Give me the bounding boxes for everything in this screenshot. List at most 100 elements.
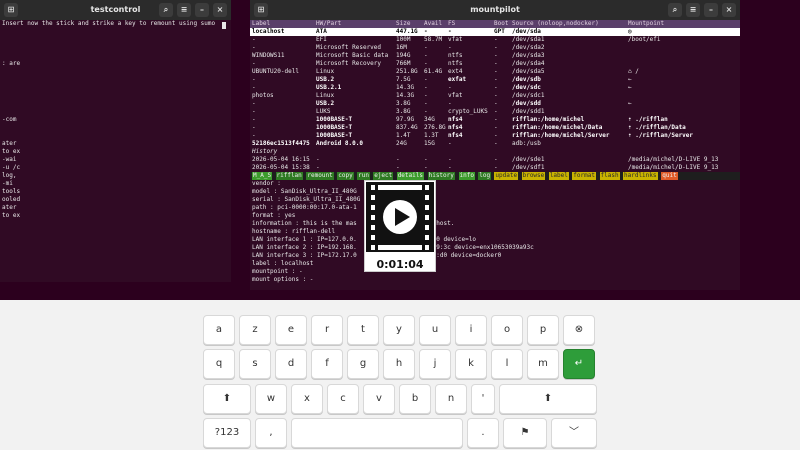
key-i[interactable]: i — [455, 315, 487, 345]
key-n[interactable]: n — [435, 384, 467, 414]
mountpilot-titlebar[interactable]: ⊞ mountpilot ⌕ ≡ – × — [250, 0, 740, 20]
table-row[interactable]: - USB.2.1 14.3G - - - /dev/sdc ← — [250, 84, 740, 92]
table-cell: - — [494, 44, 498, 51]
key-.[interactable]: . — [467, 418, 499, 448]
menu-item-eject[interactable]: eject — [373, 172, 394, 180]
menu-item-rifflan[interactable]: rifflan — [275, 172, 303, 180]
table-row[interactable]: - USB.2 3.8G - - - /dev/sdd ← — [250, 100, 740, 108]
key-l[interactable]: l — [491, 349, 523, 379]
testcontrol-window[interactable]: ⊞ testcontrol ⌕ ≡ – × Insert now the sti… — [0, 0, 231, 282]
key-b[interactable]: b — [399, 384, 431, 414]
table-cell: - — [448, 84, 452, 91]
table-cell: - — [252, 108, 256, 115]
key-⚑[interactable]: ⚑ — [503, 418, 547, 448]
table-cell: /dev/sdd — [512, 100, 541, 107]
video-thumbnail[interactable]: 0:01:04 — [364, 180, 436, 272]
key-s[interactable]: s — [239, 349, 271, 379]
menu-item-details[interactable]: details — [396, 172, 424, 180]
key-g[interactable]: g — [347, 349, 379, 379]
table-cell: - — [494, 124, 498, 131]
menu-item-m-a-s[interactable]: M_A_S — [252, 172, 273, 180]
key-⬆[interactable]: ⬆ — [203, 384, 251, 414]
menu-item-label[interactable]: label — [548, 172, 569, 180]
table-row[interactable]: - EFI 100M 58.7M vfat - /dev/sda1/boot/efi — [250, 36, 740, 44]
key-w[interactable]: w — [255, 384, 287, 414]
key-⊗[interactable]: ⊗ — [563, 315, 595, 345]
key-u[interactable]: u — [419, 315, 451, 345]
search-icon[interactable]: ⌕ — [668, 3, 682, 17]
key-a[interactable]: a — [203, 315, 235, 345]
mountpilot-terminal[interactable]: Label HW/Part Size Avail FS Boot Source (noloo… — [250, 20, 740, 290]
table-row[interactable]: - 1000BASE-T 1.4T 1.3T nfs4 - rifflan:/home/mi… — [250, 132, 740, 140]
menu-item-quit[interactable]: quit — [661, 172, 678, 180]
table-row[interactable]: UBUNTU20-dell Linux 251.8G 61.4G ext4 - /dev/s… — [250, 68, 740, 76]
key-o[interactable]: o — [491, 315, 523, 345]
key-z[interactable]: z — [239, 315, 271, 345]
search-icon[interactable]: ⌕ — [159, 3, 173, 17]
command-menu-bar[interactable]: M_A_S rifflan remount copy run eject details hi… — [250, 172, 740, 180]
table-header[interactable]: Label HW/Part Size Avail FS Boot Source (noloo… — [250, 20, 740, 28]
key-⬆[interactable]: ⬆ — [499, 384, 597, 414]
key-x[interactable]: x — [291, 384, 323, 414]
menu-item-info[interactable]: info — [458, 172, 475, 180]
menu-icon[interactable]: ≡ — [177, 3, 191, 17]
key-,[interactable]: , — [255, 418, 287, 448]
key-d[interactable]: d — [275, 349, 307, 379]
table-cell: rifflan:/home/michel/Data — [512, 124, 603, 131]
key-t[interactable]: t — [347, 315, 379, 345]
history-row[interactable]: 2026-05-04 15:38- - - - -/dev/sdf1/media/mic… — [250, 164, 740, 172]
key-p[interactable]: p — [527, 315, 559, 345]
key-﹀[interactable]: ﹀ — [551, 418, 597, 448]
menu-item-copy[interactable]: copy — [337, 172, 354, 180]
key-r[interactable]: r — [311, 315, 343, 345]
menu-icon[interactable]: ≡ — [686, 3, 700, 17]
key-k[interactable]: k — [455, 349, 487, 379]
table-cell: Linux — [316, 68, 335, 75]
menu-item-log[interactable]: log — [478, 172, 492, 180]
key-c[interactable]: c — [327, 384, 359, 414]
minimize-icon[interactable]: – — [704, 3, 718, 17]
key-e[interactable]: e — [275, 315, 307, 345]
key-'[interactable]: ' — [471, 384, 495, 414]
key-h[interactable]: h — [383, 349, 415, 379]
menu-item-hardlinks[interactable]: hardlinks — [623, 172, 658, 180]
table-row[interactable]: - USB.2 7.5G - exfat - /dev/sdb ← — [250, 76, 740, 84]
key-y[interactable]: y — [383, 315, 415, 345]
minimize-icon[interactable]: – — [195, 3, 209, 17]
table-row[interactable]: - Microsoft Recovery 766M - ntfs - /dev/sda4 — [250, 60, 740, 68]
mountpilot-window[interactable]: ⊞ mountpilot ⌕ ≡ – × Label HW/Part Size Ava… — [250, 0, 740, 290]
menu-item-browse[interactable]: browse — [521, 172, 546, 180]
testcontrol-terminal[interactable]: Insert now the stick and strike a key to… — [0, 20, 231, 282]
terminal-line: ooled — [2, 196, 21, 203]
menu-item-run[interactable]: run — [357, 172, 370, 180]
table-cell: - — [424, 84, 428, 91]
table-row[interactable]: - 1000BASE-T 837.4G 276.8G nfs4 - rifflan:/hom… — [250, 124, 740, 132]
key-j[interactable]: j — [419, 349, 451, 379]
key-?123[interactable]: ?123 — [203, 418, 251, 448]
close-icon[interactable]: × — [213, 3, 227, 17]
history-row[interactable]: 2026-05-04 16:15- - - - -/dev/sde1/media/mic… — [250, 156, 740, 164]
key-m[interactable]: m — [527, 349, 559, 379]
onscreen-keyboard[interactable]: a z e r t y u i o p ⊗ q s d f g h j k l m ↵ ⬆ w x c v b n ' ⬆ ?123,. ⚑ ﹀ — [0, 300, 800, 450]
table-row[interactable]: - LUKS 3.8G - crypto_LUKS -/dev/sdd1 — [250, 108, 740, 116]
table-row[interactable]: - 1000BASE-T 97.9G 34G nfs4 - rifflan:/home/mi… — [250, 116, 740, 124]
testcontrol-titlebar[interactable]: ⊞ testcontrol ⌕ ≡ – × — [0, 0, 231, 20]
menu-item-history[interactable]: history — [427, 172, 455, 180]
menu-item-remount[interactable]: remount — [306, 172, 334, 180]
key-↵[interactable]: ↵ — [563, 349, 595, 379]
table-cell: - — [424, 100, 428, 107]
menu-item-update[interactable]: update — [494, 172, 519, 180]
key-space[interactable] — [291, 418, 463, 448]
table-row[interactable]: photos Linux 14.3G - vfat - /dev/sdc1 — [250, 92, 740, 100]
menu-item-format[interactable]: format — [572, 172, 596, 180]
table-row[interactable]: WINDOWS11 Microsoft Basic data 194G - ntfs - /… — [250, 52, 740, 60]
menu-item-flash[interactable]: flash — [599, 172, 620, 180]
table-row[interactable]: localhost ATA 447.1G - - GPT/dev/sda ◎ — [250, 28, 740, 36]
close-icon[interactable]: × — [722, 3, 736, 17]
film-play-icon — [366, 182, 434, 252]
key-v[interactable]: v — [363, 384, 395, 414]
key-q[interactable]: q — [203, 349, 235, 379]
key-f[interactable]: f — [311, 349, 343, 379]
table-row[interactable]: 52186ec1513f4475 Android 8.0.0 24G 15G - - adb… — [250, 140, 740, 148]
table-row[interactable]: - Microsoft Reserved 16M - - - /dev/sda2 — [250, 44, 740, 52]
